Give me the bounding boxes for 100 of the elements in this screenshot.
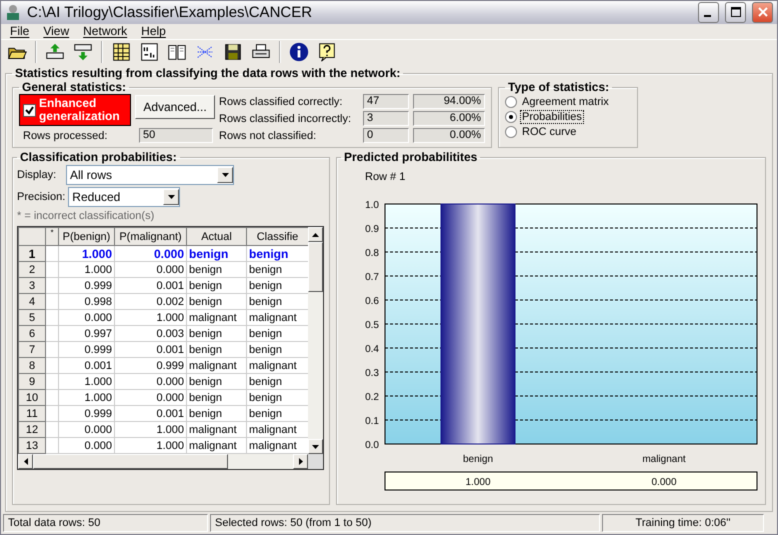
legend-note: * = incorrect classification(s) xyxy=(17,210,156,222)
menu-item[interactable]: View xyxy=(36,24,76,38)
row-header[interactable]: 13 xyxy=(18,438,46,454)
menu-item[interactable]: Network xyxy=(76,24,134,38)
table-cell: 0.003 xyxy=(114,326,186,342)
count-field: 47 xyxy=(363,94,409,109)
maximize-icon xyxy=(730,7,740,18)
minimize-button[interactable] xyxy=(698,2,719,23)
column-header[interactable]: P(malignant) xyxy=(114,228,186,246)
minimize-icon xyxy=(704,14,711,17)
chart-title: Row # 1 xyxy=(365,171,406,183)
y-tick-label: 0.6 xyxy=(365,296,379,307)
status-pane: Total data rows: 50 xyxy=(3,514,208,532)
table-cell: 0.000 xyxy=(58,310,114,326)
table-cell: benign xyxy=(186,294,246,310)
row-header[interactable]: 6 xyxy=(18,326,46,342)
table-cell: 1.000 xyxy=(58,246,114,262)
row-header[interactable]: 1 xyxy=(18,246,46,262)
table-cell: 0.001 xyxy=(114,342,186,358)
precision-label: Precision: xyxy=(17,191,66,203)
count-field: 0 xyxy=(363,128,409,143)
table-cell: benign xyxy=(186,326,246,342)
value-label: 0.000 xyxy=(651,477,677,488)
table-cell: 0.001 xyxy=(114,406,186,422)
display-dropdown[interactable]: All rows xyxy=(66,165,234,185)
status-pane: Training time: 0:06'' xyxy=(602,514,764,532)
download-icon xyxy=(72,41,94,63)
table-cell: 0.999 xyxy=(114,358,186,374)
y-tick-label: 0.4 xyxy=(365,344,379,355)
table-cell: 1.000 xyxy=(58,374,114,390)
table-cell: 0.997 xyxy=(58,326,114,342)
table-cell: 0.002 xyxy=(114,294,186,310)
row-header[interactable]: 12 xyxy=(18,422,46,438)
table-cell: malignant xyxy=(186,422,246,438)
y-tick-label: 0.3 xyxy=(365,368,379,379)
table-cell: benign xyxy=(186,374,246,390)
group-title: Predicted probabilitites xyxy=(343,150,478,164)
row-header[interactable]: 11 xyxy=(18,406,46,422)
radio-button[interactable] xyxy=(505,110,517,122)
table-cell: 0.999 xyxy=(58,278,114,294)
group-title: Statistics resulting from classifying the data rows with the network: xyxy=(14,66,402,80)
close-button[interactable] xyxy=(752,2,773,23)
checkmark-icon xyxy=(25,106,34,114)
scroll-left-icon xyxy=(24,458,28,465)
y-tick-label: 0.8 xyxy=(365,248,379,259)
menu-item[interactable]: File xyxy=(3,24,36,38)
scrollbar-thumb[interactable] xyxy=(33,454,228,469)
row-header[interactable]: 8 xyxy=(18,358,46,374)
column-header[interactable]: * xyxy=(46,228,58,246)
stat-label: Rows classified correctly: xyxy=(219,96,344,108)
table-cell: benign xyxy=(186,390,246,406)
table-cell: 0.998 xyxy=(58,294,114,310)
table-cell: 0.000 xyxy=(114,390,186,406)
y-tick-label: 0.2 xyxy=(365,392,379,403)
table-cell: 0.000 xyxy=(114,374,186,390)
group-title: General statistics: xyxy=(21,80,128,94)
radio-button[interactable] xyxy=(505,96,517,108)
stat-label: Rows classified incorrectly: xyxy=(219,112,352,124)
table-cell: 0.000 xyxy=(58,422,114,438)
rows-processed-label: Rows processed: xyxy=(22,130,108,142)
y-tick-label: 0.7 xyxy=(365,272,379,283)
table-cell: 0.000 xyxy=(114,262,186,278)
row-header[interactable]: 10 xyxy=(18,390,46,406)
scroll-right-icon xyxy=(298,458,302,465)
maximize-button[interactable] xyxy=(725,2,746,23)
precision-dropdown[interactable]: Reduced xyxy=(68,187,180,207)
row-header[interactable]: 4 xyxy=(18,294,46,310)
column-header[interactable]: P(benign) xyxy=(58,228,114,246)
vertical-scrollbar[interactable] xyxy=(308,227,323,454)
scrollbar-thumb[interactable] xyxy=(308,242,323,292)
enhanced-generalization-checkbox[interactable]: Enhanced generalization xyxy=(19,94,131,126)
row-header[interactable]: 9 xyxy=(18,374,46,390)
table-cell: 0.001 xyxy=(114,278,186,294)
horizontal-scrollbar[interactable] xyxy=(18,454,308,469)
table-cell: 1.000 xyxy=(58,390,114,406)
column-header[interactable]: Actual xyxy=(186,228,246,246)
grid-icon xyxy=(110,41,132,63)
toolbar-button[interactable] xyxy=(287,40,311,64)
radio-label: ROC curve xyxy=(521,126,578,138)
percent-field: 94.00% xyxy=(413,94,485,109)
info-icon xyxy=(288,41,310,63)
table-cell: 1.000 xyxy=(114,310,186,326)
table-cell: 0.001 xyxy=(58,358,114,374)
row-header[interactable]: 7 xyxy=(18,342,46,358)
rows-processed-field: 50 xyxy=(139,128,213,143)
close-icon xyxy=(758,7,768,18)
advanced-button[interactable]: Advanced... xyxy=(135,95,215,119)
row-header[interactable]: 3 xyxy=(18,278,46,294)
y-tick-label: 0.5 xyxy=(365,320,379,331)
row-header[interactable]: 2 xyxy=(18,262,46,278)
column-header[interactable]: Classifie xyxy=(246,228,308,246)
y-tick-label: 1.0 xyxy=(365,200,379,211)
menu-item[interactable]: Help xyxy=(134,24,173,38)
table-cell: benign xyxy=(186,278,246,294)
radio-button[interactable] xyxy=(505,126,517,138)
table-cell: 0.999 xyxy=(58,342,114,358)
radio-label: Probabilities xyxy=(521,110,583,122)
category-label: malignant xyxy=(642,454,686,465)
table-cell: benign xyxy=(186,406,246,422)
row-header[interactable]: 5 xyxy=(18,310,46,326)
